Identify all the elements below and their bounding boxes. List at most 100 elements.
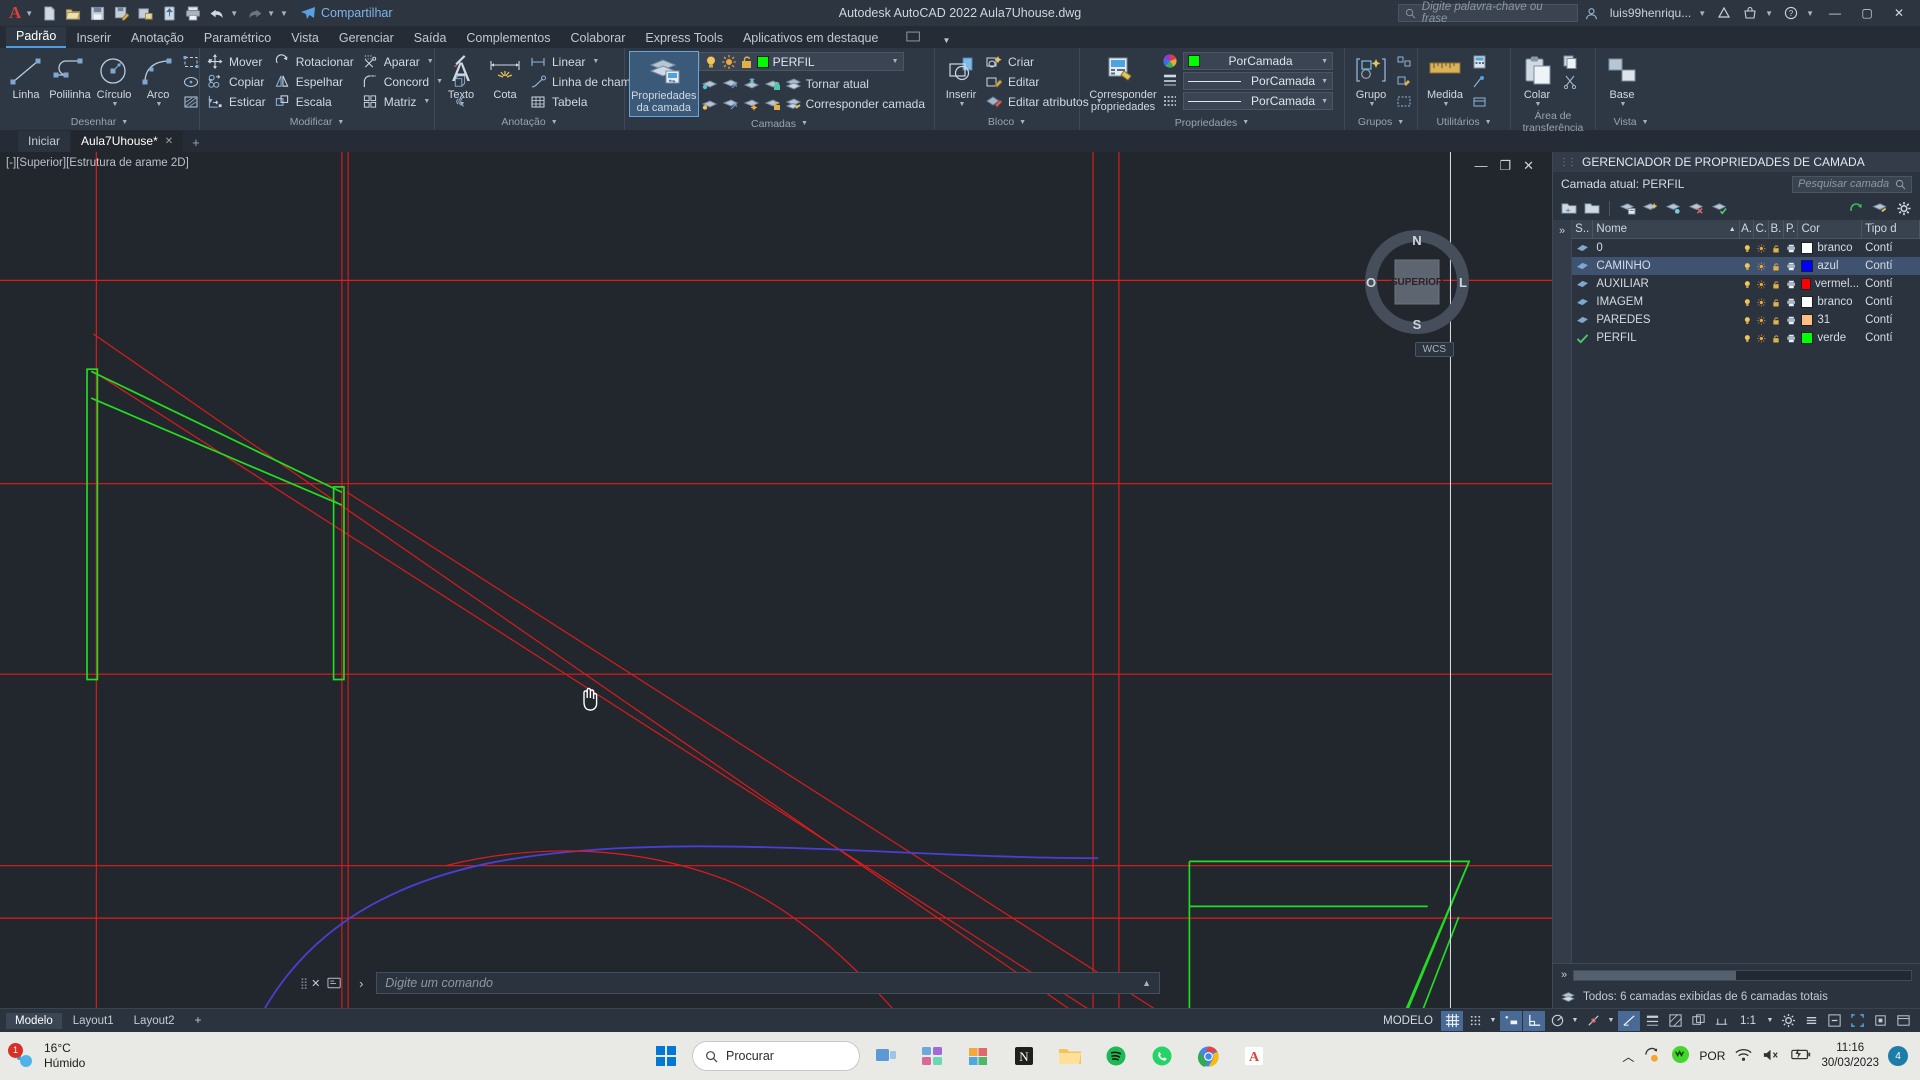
col-header-lock[interactable]: B.	[1769, 220, 1784, 238]
tool-copy-clip[interactable]	[1559, 52, 1584, 71]
layer-expand-icon[interactable]: »	[1561, 969, 1567, 981]
document-tab-aula7uhouse[interactable]: Aula7Uhouse* ✕	[71, 131, 184, 152]
whatsapp-icon[interactable]	[1142, 1036, 1182, 1076]
ortho-toggle[interactable]	[1523, 1010, 1545, 1031]
tool-espelhar[interactable]: Espelhar	[271, 72, 359, 91]
ribbon-tab-inserir[interactable]: Inserir	[66, 29, 121, 48]
col-header-plot[interactable]: P.	[1784, 220, 1799, 238]
lineweight-select[interactable]: PorCamada ▼	[1183, 72, 1333, 90]
infer-constraints-toggle[interactable]	[1500, 1010, 1522, 1031]
tool-grupo[interactable]: Grupo ▼	[1349, 51, 1393, 110]
user-name[interactable]: luis99henriqu...	[1606, 6, 1695, 20]
file-explorer-icon[interactable]	[1050, 1036, 1090, 1076]
help-dropdown-icon[interactable]: ▼	[1806, 9, 1814, 18]
viewport-label[interactable]: [-][Superior][Estrutura de arame 2D]	[6, 157, 189, 169]
set-current-icon[interactable]	[1640, 199, 1660, 218]
annotation-scale-dropdown-icon[interactable]: ▼	[1764, 1011, 1776, 1031]
layer-color-cell[interactable]: azul	[1798, 260, 1862, 272]
document-tab-iniciar[interactable]: Iniciar	[18, 131, 71, 152]
tool-cota[interactable]: Cota	[483, 51, 527, 103]
hardware-accel-icon[interactable]	[1869, 1011, 1891, 1031]
match-layer-icon[interactable]	[785, 95, 803, 112]
tool-ungroup[interactable]	[1393, 52, 1418, 71]
save-icon[interactable]	[86, 3, 108, 23]
lineweight-show-toggle[interactable]	[1641, 1011, 1663, 1031]
col-header-name[interactable]: Nome ▲	[1593, 220, 1740, 238]
layer-plot-toggle[interactable]	[1784, 261, 1799, 272]
drawing-canvas[interactable]: [-][Superior][Estrutura de arame 2D] — ❐…	[0, 152, 1552, 1008]
layer-status-icon[interactable]	[1572, 297, 1593, 307]
app-menu-chevron-icon[interactable]: ▼	[25, 9, 33, 18]
help-icon[interactable]: ?	[1780, 3, 1802, 23]
col-header-linetype[interactable]: Tipo d	[1862, 220, 1920, 238]
layer-linetype-cell[interactable]: Contí	[1862, 242, 1920, 254]
store-dropdown-icon[interactable]: ▼	[1765, 9, 1773, 18]
aparar-dropdown-icon[interactable]: ▼	[427, 58, 434, 65]
ribbon-tab-parametrico[interactable]: Paramétrico	[194, 29, 281, 48]
layer-row[interactable]: 0 branco Contí	[1572, 239, 1920, 257]
settings-icon[interactable]	[1777, 1011, 1799, 1031]
layer-status-icon[interactable]	[1572, 243, 1593, 253]
layer-manager-grip[interactable]: ⋮⋮	[1559, 157, 1577, 168]
layer-on-toggle[interactable]	[1740, 261, 1755, 272]
polar-dropdown-icon[interactable]: ▼	[1569, 1011, 1581, 1031]
layer-lock-toggle[interactable]	[1769, 315, 1784, 326]
ribbon-tab-aplicativos[interactable]: Aplicativos em destaque	[733, 29, 889, 48]
plot-icon[interactable]	[182, 3, 204, 23]
layout-tab-layout1[interactable]: Layout1	[64, 1013, 123, 1029]
layer-freeze-toggle[interactable]	[1754, 243, 1769, 254]
close-window-button[interactable]: ✕	[1884, 0, 1914, 26]
layer-on-toggle[interactable]	[1740, 333, 1755, 344]
layer-plot-toggle[interactable]	[1784, 315, 1799, 326]
layout-tab-modelo[interactable]: Modelo	[6, 1012, 62, 1029]
chrome-icon[interactable]	[1188, 1036, 1228, 1076]
lineweight-dropdown-icon[interactable]: ▼	[1321, 78, 1328, 85]
selection-cycling-toggle[interactable]	[1687, 1011, 1709, 1031]
object-color-select[interactable]: PorCamada ▼	[1183, 52, 1333, 70]
layer-color-cell[interactable]: 31	[1798, 314, 1862, 326]
layer-plot-toggle[interactable]	[1784, 297, 1799, 308]
layer-row[interactable]: AUXILIAR vermel... Contí	[1572, 275, 1920, 293]
ribbon-panel-overflow-icon[interactable]	[896, 29, 932, 48]
widgets-icon[interactable]	[912, 1036, 952, 1076]
otrack-toggle[interactable]	[1618, 1010, 1640, 1031]
command-input[interactable]: Digite um comando ▲	[376, 972, 1160, 994]
tool-quick-calc[interactable]	[1468, 52, 1493, 71]
snap-toggle[interactable]	[1464, 1011, 1486, 1031]
tool-inserir-bloco[interactable]: Inserir ▼	[939, 51, 983, 110]
tornar-atual-label[interactable]: Tornar atual	[806, 77, 869, 91]
tool-group-edit[interactable]	[1393, 72, 1418, 91]
tool-utilities-extra[interactable]	[1468, 92, 1493, 111]
windows-start-icon[interactable]	[646, 1036, 686, 1076]
layer-thaw-icon[interactable]	[743, 95, 761, 112]
ribbon-tab-vista[interactable]: Vista	[281, 29, 329, 48]
user-dropdown-icon[interactable]: ▼	[1698, 9, 1706, 18]
current-layer-dropdown-icon[interactable]: ▼	[892, 58, 899, 65]
layer-color-cell[interactable]: branco	[1798, 242, 1862, 254]
layer-row[interactable]: PERFIL verde Contí	[1572, 329, 1920, 347]
redo-dropdown-icon[interactable]: ▼	[267, 9, 275, 18]
layer-freeze-toggle[interactable]	[1754, 315, 1769, 326]
layer-unlock-icon[interactable]	[764, 95, 782, 112]
export-icon[interactable]	[158, 3, 180, 23]
tool-medida[interactable]: Medida ▼	[1422, 51, 1468, 110]
tool-arco[interactable]: Arco ▼	[136, 51, 180, 110]
snap-dropdown-icon[interactable]: ▼	[1487, 1011, 1499, 1031]
tool-esticar[interactable]: Esticar	[204, 92, 271, 111]
current-layer-selector[interactable]: PERFIL ▼	[698, 52, 904, 71]
layer-status-icon[interactable]	[1572, 333, 1593, 344]
layer-lock-toggle[interactable]	[1769, 279, 1784, 290]
command-line-grip[interactable]: ⣿	[300, 977, 308, 990]
refresh-icon[interactable]	[1846, 199, 1866, 218]
tool-escala[interactable]: Escala	[271, 92, 359, 111]
view-cube[interactable]: SUPERIOR N S L O	[1362, 227, 1472, 337]
layer-freeze-toggle[interactable]	[1754, 279, 1769, 290]
layer-name[interactable]: PAREDES	[1593, 314, 1739, 326]
layer-freeze-toggle[interactable]	[1754, 333, 1769, 344]
taskbar-search-box[interactable]: Procurar	[692, 1041, 860, 1071]
command-history-icon[interactable]	[324, 974, 346, 992]
tool-base[interactable]: Base ▼	[1600, 51, 1644, 110]
help-search-input[interactable]: Digite palavra-chave ou frase	[1397, 1, 1578, 25]
medida-dropdown-icon[interactable]: ▼	[1443, 101, 1450, 108]
layer-unisolate-icon[interactable]	[722, 75, 740, 92]
